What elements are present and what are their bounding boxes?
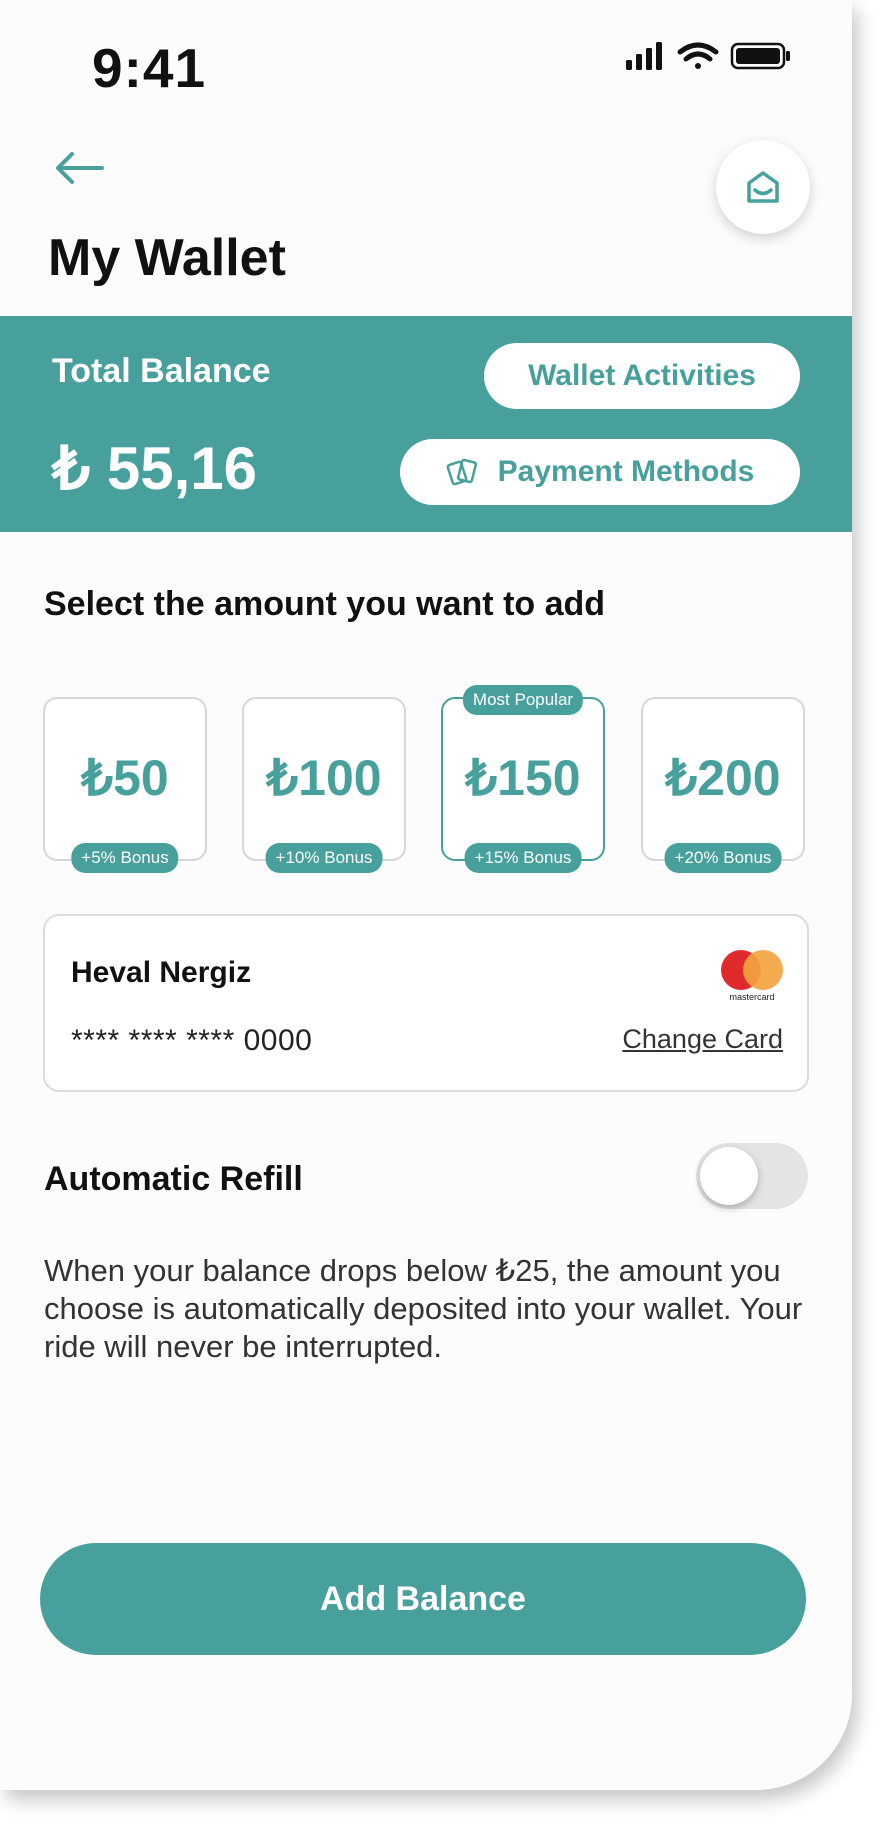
- mastercard-logo-icon: mastercard: [721, 950, 783, 1002]
- add-balance-label: Add Balance: [320, 1579, 526, 1618]
- wallet-activities-button[interactable]: Wallet Activities: [484, 343, 800, 409]
- signal-icon: [626, 42, 662, 70]
- phone-screen: 9:41 My Wallet Total Balance ₺ 55,16 Wal…: [0, 0, 852, 1790]
- battery-icon: [730, 42, 790, 70]
- bonus-tag: +10% Bonus: [265, 843, 383, 873]
- balance-panel: Total Balance ₺ 55,16 Wallet Activities …: [0, 316, 852, 532]
- amount-option-100[interactable]: ₺100 +10% Bonus: [242, 697, 406, 873]
- amount-value: ₺100: [266, 750, 382, 806]
- status-icons: [626, 42, 790, 70]
- amount-option-200[interactable]: ₺200 +20% Bonus: [641, 697, 805, 873]
- payment-card: Heval Nergiz mastercard **** **** **** 0…: [43, 914, 809, 1092]
- payment-methods-label: Payment Methods: [497, 455, 755, 488]
- page-title: My Wallet: [48, 229, 286, 287]
- automatic-refill-title: Automatic Refill: [44, 1160, 303, 1198]
- bonus-tag: +20% Bonus: [664, 843, 782, 873]
- status-time: 9:41: [92, 37, 207, 99]
- balance-label: Total Balance: [52, 352, 271, 390]
- card-holder-name: Heval Nergiz: [71, 956, 252, 989]
- card-number: **** **** **** 0000: [71, 1024, 313, 1057]
- most-popular-badge: Most Popular: [462, 685, 584, 715]
- amount-value: ₺150: [465, 750, 581, 806]
- wifi-icon: [677, 42, 719, 69]
- cards-icon: [446, 458, 477, 486]
- balance-value: ₺ 55,16: [52, 435, 257, 502]
- mastercard-wordmark: mastercard: [729, 992, 774, 1002]
- amount-value: ₺200: [665, 750, 781, 806]
- amount-option-50[interactable]: ₺50 +5% Bonus: [43, 697, 207, 873]
- home-button[interactable]: [716, 140, 810, 234]
- automatic-refill-description: When your balance drops below ₺25, the a…: [44, 1253, 803, 1364]
- home-icon: [747, 171, 779, 203]
- add-balance-button[interactable]: Add Balance: [40, 1543, 806, 1655]
- amount-value: ₺50: [81, 750, 169, 806]
- amount-section-title: Select the amount you want to add: [44, 585, 606, 623]
- bonus-tag: +5% Bonus: [71, 843, 179, 873]
- automatic-refill-toggle[interactable]: [696, 1143, 808, 1209]
- amount-option-150[interactable]: Most Popular ₺150 +15% Bonus: [441, 685, 605, 873]
- wallet-activities-label: Wallet Activities: [528, 359, 756, 392]
- toggle-knob: [700, 1147, 758, 1205]
- back-arrow-icon[interactable]: [52, 148, 106, 188]
- bonus-tag: +15% Bonus: [464, 843, 582, 873]
- change-card-link[interactable]: Change Card: [622, 1024, 783, 1055]
- payment-methods-button[interactable]: Payment Methods: [400, 439, 800, 505]
